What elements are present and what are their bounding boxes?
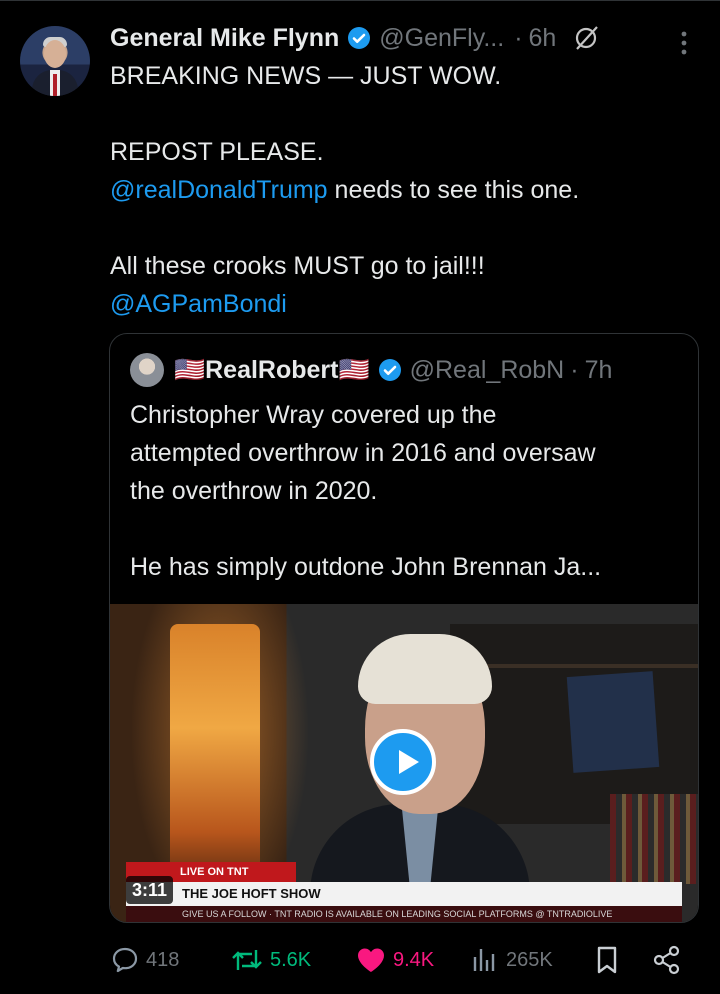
post-time[interactable]: 6h — [529, 24, 557, 53]
quoted-post-header: 🇺🇸RealRobert🇺🇸 @Real_RobN · 7h — [130, 352, 612, 388]
play-button[interactable] — [370, 729, 436, 795]
post-text-line: REPOST PLEASE. — [110, 138, 324, 166]
mention-link[interactable]: @AGPamBondi — [110, 285, 287, 323]
grok-icon[interactable] — [572, 24, 600, 52]
views-count: 265K — [506, 948, 553, 971]
video-banner-show: THE JOE HOFT SHOW — [126, 882, 682, 906]
reply-count: 418 — [146, 948, 180, 971]
quoted-post-time: 7h — [584, 355, 613, 384]
verified-badge-icon — [348, 27, 371, 49]
like-count: 9.4K — [393, 948, 435, 971]
repost-icon — [232, 950, 262, 970]
quoted-author-handle: @Real_RobN — [409, 355, 565, 384]
post-text-mention-line: @realDonaldTrump needs to see this one. — [110, 171, 579, 209]
video-background-lamp — [170, 624, 260, 884]
video-player[interactable]: LIVE ON TNT THE JOE HOFT SHOW GIVE US A … — [110, 604, 698, 922]
video-background-poster — [566, 671, 660, 773]
share-icon — [653, 945, 680, 975]
author-handle[interactable]: @GenFly... — [379, 24, 504, 53]
post-text-line: BREAKING NEWS — JUST WOW. — [110, 62, 502, 90]
repost-count: 5.6K — [270, 948, 312, 971]
reply-button[interactable]: 418 — [110, 940, 179, 980]
separator: · — [570, 355, 579, 384]
post-text-fragment: needs to see this one. — [327, 176, 580, 204]
share-button[interactable] — [652, 940, 688, 980]
views-button[interactable]: 265K — [470, 940, 553, 980]
post-header: General Mike Flynn @GenFly... · 6h — [110, 20, 600, 56]
author-avatar[interactable] — [20, 26, 90, 96]
quoted-text-line: the overthrow in 2020. — [130, 477, 378, 505]
quoted-post[interactable]: 🇺🇸RealRobert🇺🇸 @Real_RobN · 7h Christoph… — [109, 333, 699, 923]
quoted-text-line: attempted overthrow in 2016 and oversaw — [130, 439, 596, 467]
reply-icon — [112, 947, 138, 973]
verified-badge-icon — [378, 359, 401, 381]
views-icon — [473, 949, 495, 971]
quoted-text-line: He has simply outdone John Brennan Ja... — [130, 553, 602, 581]
post-text-line: All these crooks MUST go to jail!!! — [110, 252, 485, 280]
heart-icon — [358, 948, 384, 972]
quoted-text-line: Christopher Wray covered up the — [130, 401, 497, 429]
quoted-author-avatar — [130, 353, 164, 387]
separator: · — [514, 23, 523, 52]
like-button[interactable]: 9.4K — [355, 940, 434, 980]
bookmark-icon — [597, 946, 617, 974]
mention-link[interactable]: @realDonaldTrump — [110, 176, 328, 204]
more-options-icon[interactable] — [674, 28, 694, 58]
quoted-author-name: 🇺🇸RealRobert🇺🇸 — [174, 355, 370, 384]
divider — [0, 0, 720, 1]
bookmark-button[interactable] — [594, 940, 626, 980]
video-banner-ticker: GIVE US A FOLLOW · TNT RADIO IS AVAILABL… — [126, 906, 682, 922]
action-bar: 418 5.6K 9.4K 265K — [110, 940, 690, 980]
video-duration: 3:11 — [126, 876, 174, 904]
author-name[interactable]: General Mike Flynn — [110, 24, 339, 53]
repost-button[interactable]: 5.6K — [230, 940, 311, 980]
